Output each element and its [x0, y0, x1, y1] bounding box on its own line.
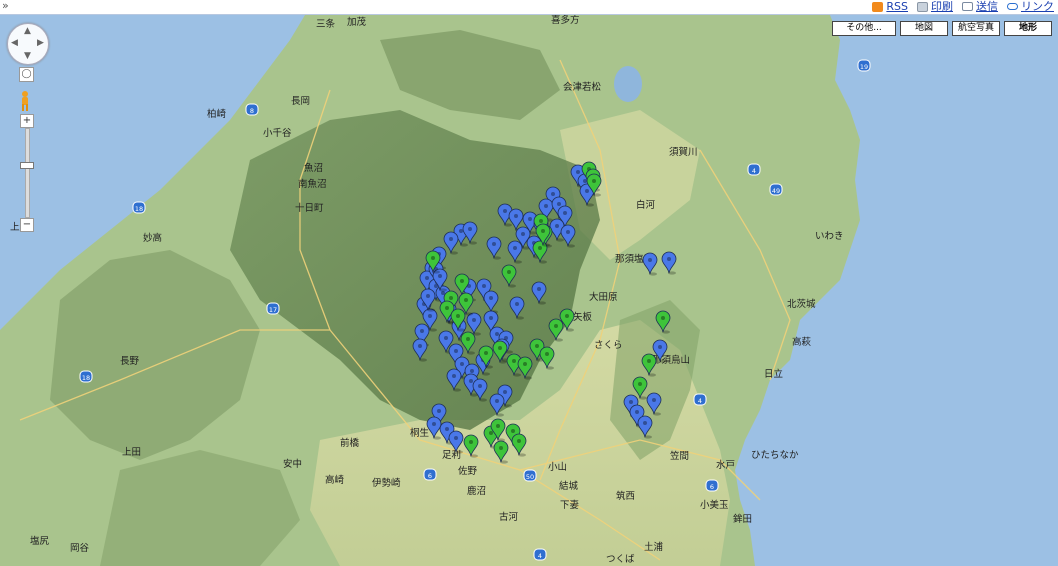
place-label: 水戸	[716, 459, 735, 471]
place-label: 桐生	[410, 427, 430, 439]
place-label: 岡谷	[70, 543, 90, 554]
road-shield: 4	[747, 163, 761, 176]
place-label: 妙高	[143, 232, 162, 244]
place-label: 柏崎	[207, 108, 227, 120]
place-label: 須賀川	[669, 146, 698, 158]
road-shield: 4	[693, 393, 707, 406]
zoom-track[interactable]	[25, 128, 30, 218]
place-label: 長野	[120, 356, 140, 367]
reset-view-icon[interactable]: ◯	[19, 67, 34, 82]
svg-text:49: 49	[772, 187, 780, 195]
svg-text:4: 4	[538, 552, 542, 560]
send-link[interactable]: 送信	[962, 0, 998, 13]
place-label: 佐野	[458, 465, 478, 477]
place-label: 北茨城	[787, 298, 816, 310]
svg-text:6: 6	[710, 483, 714, 491]
svg-text:4: 4	[752, 167, 756, 175]
zoom-out-button[interactable]: −	[20, 218, 34, 232]
street-view-pegman-icon[interactable]	[19, 90, 31, 112]
place-label: 小千谷	[263, 128, 292, 139]
place-label: 大田原	[589, 291, 618, 303]
inawashiro-lake	[614, 66, 642, 102]
svg-text:8: 8	[250, 107, 254, 115]
road-shield: 18	[79, 370, 93, 383]
svg-text:50: 50	[526, 473, 534, 481]
place-label: 鹿沼	[467, 485, 486, 497]
map-canvas[interactable]: 三条 加茂 喜多方 会津若松 柏崎 長岡 小千谷 魚沼 南魚沼 須賀川 白河 那須塩原 十日町 妙高 いわき…	[0, 15, 1058, 566]
rss-link[interactable]: RSS	[872, 0, 908, 13]
top-toolbar: » RSS 印刷 送信 リンク	[0, 0, 1058, 15]
svg-text:18: 18	[135, 205, 143, 213]
print-icon	[917, 1, 928, 12]
print-link[interactable]: 印刷	[917, 0, 953, 13]
link-icon	[1007, 3, 1018, 10]
place-label: 長岡	[291, 96, 310, 107]
place-label: 高萩	[792, 336, 812, 348]
road-shield: 4	[533, 548, 547, 561]
place-label: ひたちなか	[751, 450, 799, 461]
place-label: さくら	[594, 340, 623, 351]
place-label: 前橋	[340, 437, 360, 449]
permalink-link[interactable]: リンク	[1007, 0, 1054, 13]
svg-text:6: 6	[428, 472, 432, 480]
zoom-control: + −	[20, 114, 34, 232]
pan-control[interactable]: ▲ ▼ ◀ ▶	[7, 23, 49, 65]
toolbar-links: RSS 印刷 送信 リンク	[872, 0, 1054, 13]
road-shield: 6	[423, 468, 437, 481]
mail-icon	[962, 2, 973, 11]
place-label: 加茂	[347, 16, 367, 28]
pegman-icon	[22, 91, 28, 111]
place-label: 塩尻	[30, 535, 50, 547]
place-label: 土浦	[644, 541, 664, 553]
place-label: 日立	[764, 368, 783, 380]
place-label: 伊勢崎	[372, 477, 401, 489]
road-shield: 49	[769, 183, 783, 196]
road-shield: 6	[705, 479, 719, 492]
place-label: 鉾田	[733, 513, 752, 525]
place-label: 結城	[559, 480, 579, 492]
svg-text:19: 19	[860, 63, 868, 71]
map-type-selector: その他... 地図 航空写真 地形	[832, 21, 1052, 36]
place-label: 白河	[636, 199, 656, 211]
place-label: 小美玉	[700, 499, 729, 511]
place-label: 上田	[122, 447, 141, 458]
map-type-more-button[interactable]: その他...	[832, 21, 896, 36]
pan-up-icon[interactable]: ▲	[24, 26, 31, 36]
place-label: いわき	[815, 231, 844, 242]
pan-left-icon[interactable]: ◀	[11, 38, 18, 48]
rss-icon	[872, 1, 884, 12]
place-label: 魚沼	[304, 162, 323, 174]
place-label: 矢板	[573, 311, 593, 323]
place-label: 下妻	[560, 499, 580, 511]
zoom-in-button[interactable]: +	[20, 114, 34, 128]
map-type-terrain-button[interactable]: 地形	[1004, 21, 1052, 36]
map-type-map-button[interactable]: 地図	[900, 21, 948, 36]
place-label: 会津若松	[563, 81, 602, 93]
map-type-satellite-button[interactable]: 航空写真	[952, 21, 1000, 36]
pan-right-icon[interactable]: ▶	[37, 38, 44, 48]
place-label: 南魚沼	[298, 178, 327, 190]
road-shield: 50	[523, 469, 537, 482]
road-shield: 18	[132, 201, 146, 214]
place-label: 高崎	[325, 474, 345, 486]
zoom-slider-thumb[interactable]	[20, 162, 34, 169]
svg-text:17: 17	[269, 306, 277, 314]
place-label: 喜多方	[551, 15, 580, 26]
pan-down-icon[interactable]: ▼	[24, 51, 31, 61]
chevron-right-icon[interactable]: »	[2, 0, 9, 12]
road-shield: 8	[245, 103, 259, 116]
place-label: 筑西	[616, 490, 635, 502]
road-shield: 17	[266, 302, 280, 315]
place-label: 安中	[283, 458, 302, 470]
place-label: つくば	[606, 554, 635, 565]
road-shield: 19	[857, 59, 871, 72]
place-label: 古河	[499, 511, 519, 523]
place-label: 小山	[548, 462, 567, 473]
svg-text:4: 4	[698, 397, 702, 405]
place-label: 十日町	[295, 202, 324, 214]
place-label: 笠間	[670, 450, 689, 462]
place-label: 三条	[316, 18, 336, 30]
svg-text:18: 18	[82, 374, 90, 382]
